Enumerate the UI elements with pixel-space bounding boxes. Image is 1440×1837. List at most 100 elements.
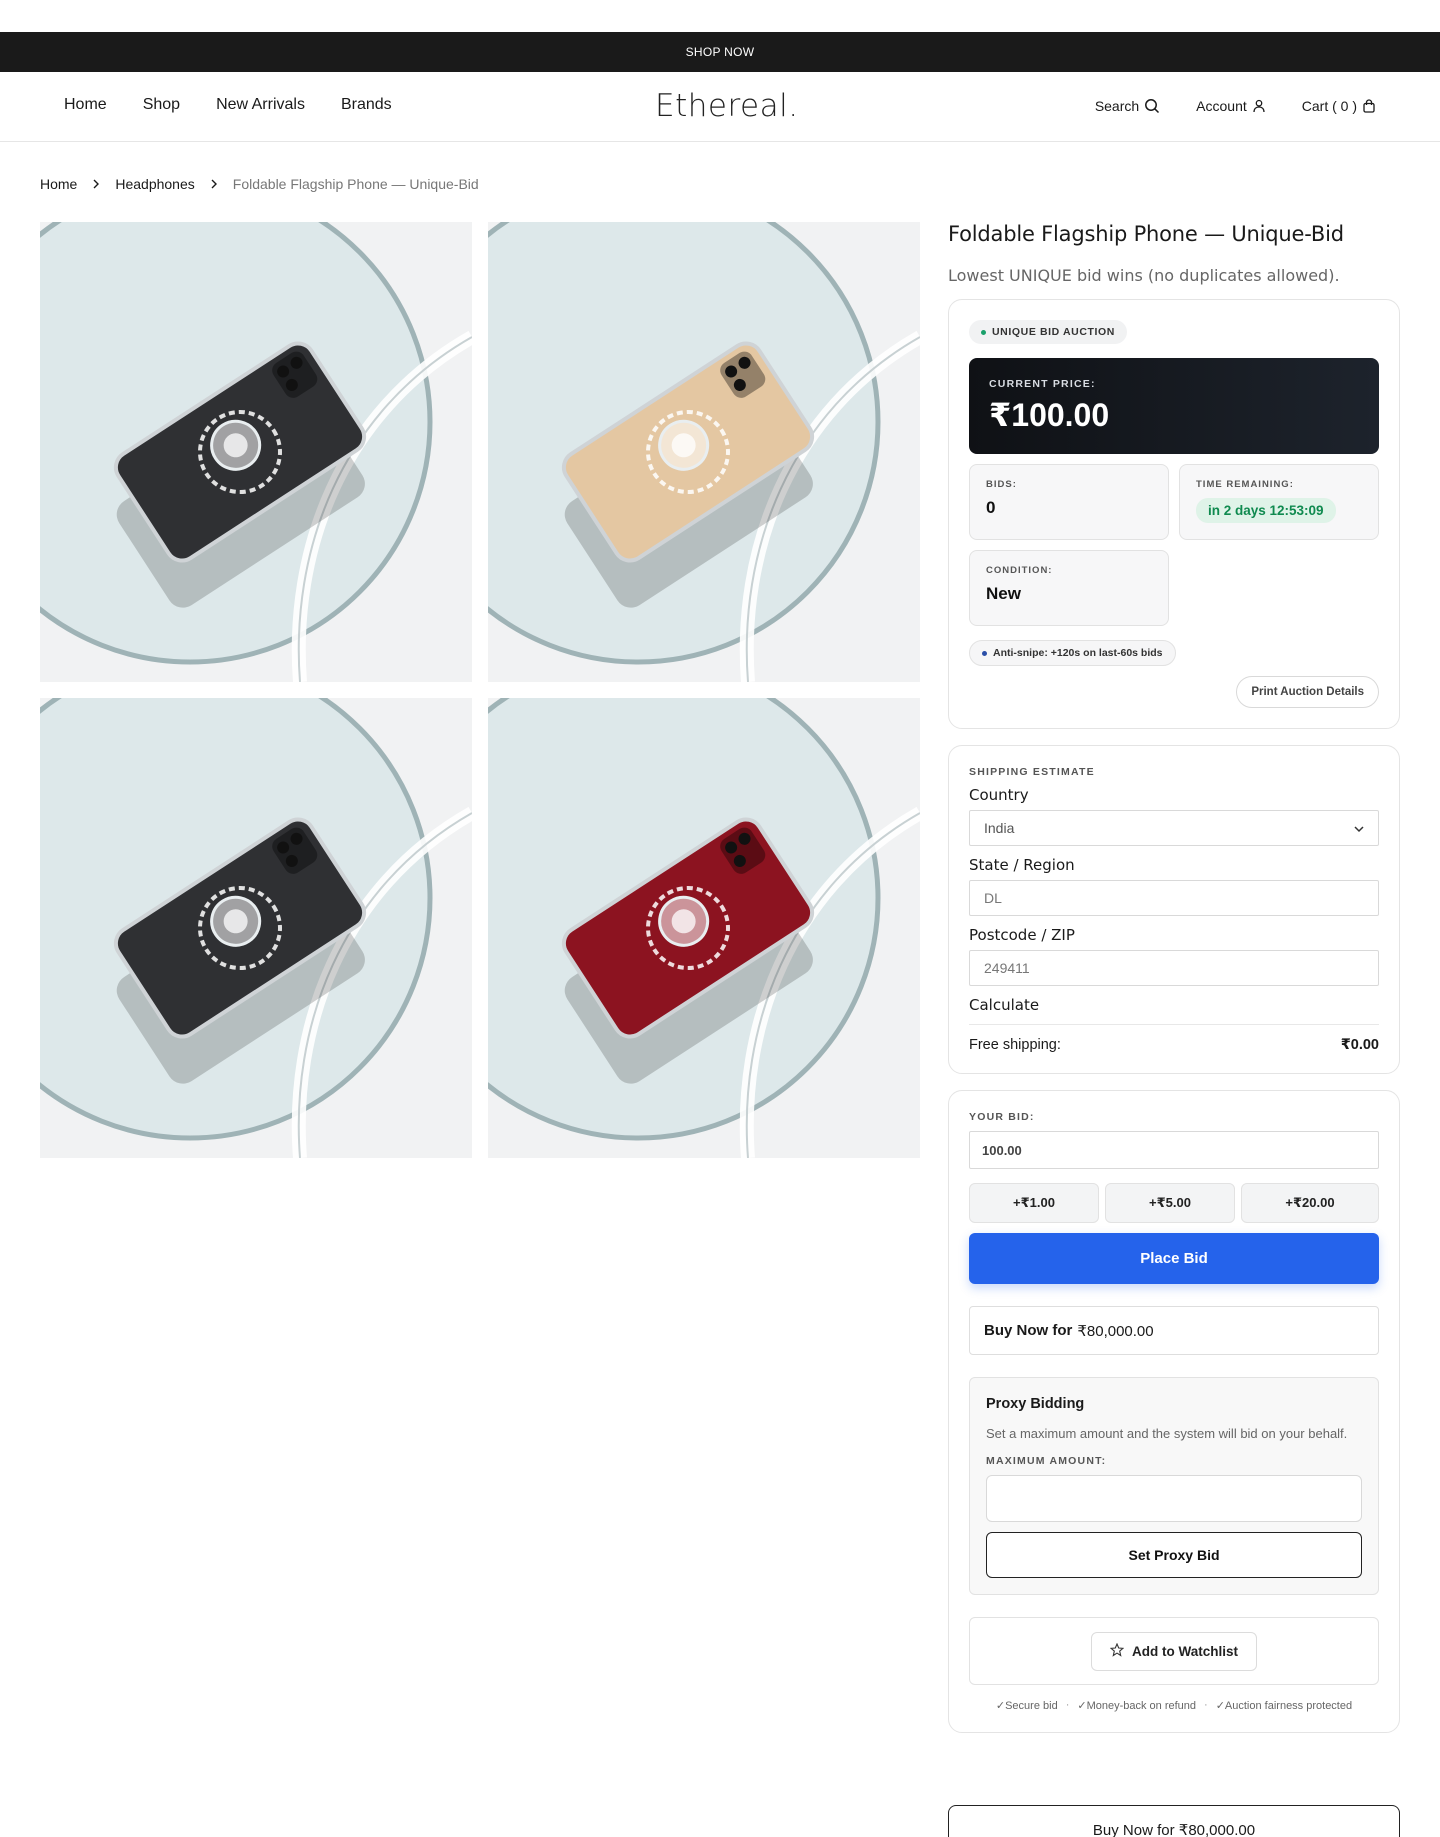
account-link[interactable]: Account bbox=[1196, 98, 1266, 114]
nav-new-arrivals[interactable]: New Arrivals bbox=[216, 96, 305, 114]
chevron-right-icon bbox=[91, 179, 101, 189]
calculate-shipping-button[interactable]: Calculate bbox=[969, 996, 1379, 1014]
time-remaining-stat: TIME REMAINING: in 2 days 12:53:09 bbox=[1179, 464, 1379, 540]
main-nav: Home Shop New Arrivals Brands bbox=[64, 96, 392, 114]
product-photo-illustration bbox=[40, 222, 472, 682]
your-bid-label: YOUR BID: bbox=[969, 1111, 1035, 1123]
product-photo-illustration bbox=[488, 698, 920, 1158]
search-link[interactable]: Search bbox=[1095, 98, 1160, 114]
status-dot-icon bbox=[981, 329, 986, 335]
trust-secure-bid: ✓Secure bid bbox=[995, 1700, 1058, 1712]
condition-stat: CONDITION: New bbox=[969, 550, 1169, 626]
product-subtitle: Lowest UNIQUE bid wins (no duplicates al… bbox=[948, 266, 1340, 285]
cart-label: Cart ( 0 ) bbox=[1301, 98, 1357, 114]
postcode-input[interactable]: 249411 bbox=[969, 950, 1379, 986]
anti-snipe-badge: Anti-snipe: +120s on last-60s bids bbox=[969, 640, 1176, 666]
max-amount-input[interactable] bbox=[986, 1475, 1362, 1522]
condition-value: New bbox=[986, 584, 1021, 603]
shipping-heading: SHIPPING ESTIMATE bbox=[969, 766, 1095, 778]
breadcrumb-home[interactable]: Home bbox=[40, 176, 77, 192]
trust-fairness: ✓Auction fairness protected bbox=[1215, 1700, 1353, 1712]
account-label: Account bbox=[1196, 98, 1247, 114]
trust-badges: ✓Secure bid · ✓Money-back on refund · ✓A… bbox=[969, 1699, 1379, 1712]
breadcrumb-current: Foldable Flagship Phone — Unique-Bid bbox=[232, 176, 479, 192]
trust-separator: · bbox=[1065, 1699, 1070, 1711]
user-icon bbox=[1252, 99, 1266, 113]
bid-amount-input[interactable]: 100.00 bbox=[969, 1131, 1379, 1169]
condition-label: CONDITION: bbox=[986, 565, 1053, 576]
state-input[interactable]: DL bbox=[969, 880, 1379, 916]
shipping-result-value: ₹0.00 bbox=[1340, 1037, 1379, 1053]
bids-count: 0 bbox=[986, 498, 996, 517]
bids-stat: BIDS: 0 bbox=[969, 464, 1169, 540]
trust-money-back: ✓Money-back on refund bbox=[1077, 1700, 1197, 1712]
country-label: Country bbox=[969, 786, 1029, 804]
auction-type-label: UNIQUE BID AUCTION bbox=[992, 326, 1115, 338]
current-price-value: ₹100.00 bbox=[989, 397, 1110, 433]
bid-increments: +₹1.00 +₹5.00 +₹20.00 bbox=[969, 1183, 1379, 1223]
product-photo-illustration bbox=[488, 222, 920, 682]
current-price-panel: CURRENT PRICE: ₹100.00 bbox=[969, 358, 1379, 454]
nav-brands[interactable]: Brands bbox=[341, 96, 392, 114]
search-icon bbox=[1144, 98, 1160, 114]
buy-now-button[interactable]: Buy Now for ₹80,000.00 bbox=[948, 1805, 1400, 1837]
anti-snipe-text: Anti-snipe: +120s on last-60s bids bbox=[993, 647, 1163, 659]
breadcrumb-category[interactable]: Headphones bbox=[115, 176, 194, 192]
watchlist-panel: Add to Watchlist bbox=[969, 1617, 1379, 1685]
increment-button-20[interactable]: +₹20.00 bbox=[1241, 1183, 1379, 1223]
proxy-bidding-panel: Proxy Bidding Set a maximum amount and t… bbox=[969, 1377, 1379, 1595]
postcode-label: Postcode / ZIP bbox=[969, 926, 1075, 944]
nav-shop[interactable]: Shop bbox=[143, 96, 180, 114]
shipping-estimate-card: SHIPPING ESTIMATE Country India State / … bbox=[948, 745, 1400, 1074]
time-remaining-label: TIME REMAINING: bbox=[1196, 479, 1294, 490]
bag-icon bbox=[1362, 99, 1376, 113]
set-proxy-bid-button[interactable]: Set Proxy Bid bbox=[986, 1532, 1362, 1578]
product-image-2[interactable] bbox=[488, 222, 920, 682]
max-amount-label: MAXIMUM AMOUNT: bbox=[986, 1455, 1107, 1467]
product-image-4[interactable] bbox=[488, 698, 920, 1158]
info-dot-icon bbox=[982, 650, 987, 656]
site-logo[interactable]: Ethereal. bbox=[655, 88, 799, 124]
shipping-result-label: Free shipping: bbox=[969, 1037, 1061, 1053]
buy-now-option[interactable]: Buy Now for ₹80,000.00 bbox=[969, 1306, 1379, 1355]
increment-button-5[interactable]: +₹5.00 bbox=[1105, 1183, 1235, 1223]
cart-link[interactable]: Cart ( 0 ) bbox=[1302, 98, 1376, 114]
proxy-description: Set a maximum amount and the system will… bbox=[986, 1426, 1348, 1441]
product-image-1[interactable] bbox=[40, 222, 472, 682]
country-select[interactable]: India bbox=[969, 810, 1379, 846]
add-to-watchlist-button[interactable]: Add to Watchlist bbox=[1091, 1631, 1257, 1671]
nav-home[interactable]: Home bbox=[64, 96, 107, 114]
product-image-3[interactable] bbox=[40, 698, 472, 1158]
announcement-bar[interactable]: SHOP NOW bbox=[0, 32, 1440, 72]
search-label: Search bbox=[1094, 98, 1140, 114]
auction-card: UNIQUE BID AUCTION CURRENT PRICE: ₹100.0… bbox=[948, 299, 1400, 729]
announcement-text[interactable]: SHOP NOW bbox=[686, 45, 755, 59]
proxy-title: Proxy Bidding bbox=[986, 1396, 1085, 1412]
countdown-timer: in 2 days 12:53:09 bbox=[1196, 498, 1336, 523]
print-auction-details-button[interactable]: Print Auction Details bbox=[1236, 676, 1379, 708]
breadcrumb: Home Headphones Foldable Flagship Phone … bbox=[40, 176, 479, 192]
auction-stats: BIDS: 0 TIME REMAINING: in 2 days 12:53:… bbox=[969, 464, 1379, 626]
bids-label: BIDS: bbox=[986, 479, 1017, 490]
product-photo-illustration bbox=[40, 698, 472, 1158]
current-price-label: CURRENT PRICE: bbox=[989, 378, 1096, 390]
buy-now-label: Buy Now for bbox=[984, 1322, 1073, 1339]
product-title: Foldable Flagship Phone — Unique-Bid bbox=[948, 222, 1344, 246]
watchlist-label: Add to Watchlist bbox=[1132, 1643, 1238, 1659]
shipping-result: Free shipping: ₹0.00 bbox=[969, 1024, 1379, 1053]
header-actions: Search Account Cart ( 0 ) bbox=[1095, 98, 1376, 114]
bid-card: YOUR BID: 100.00 +₹1.00 +₹5.00 +₹20.00 P… bbox=[948, 1090, 1400, 1733]
trust-separator: · bbox=[1204, 1699, 1208, 1711]
product-gallery bbox=[40, 222, 920, 1158]
chevron-right-icon bbox=[209, 179, 219, 189]
buy-now-button-label: Buy Now for ₹80,000.00 bbox=[1092, 1822, 1256, 1837]
star-icon bbox=[1109, 1642, 1125, 1660]
product-info: Foldable Flagship Phone — Unique-Bid Low… bbox=[948, 222, 1400, 1749]
increment-button-1[interactable]: +₹1.00 bbox=[969, 1183, 1099, 1223]
auction-type-badge: UNIQUE BID AUCTION bbox=[969, 320, 1127, 344]
country-select-value: India bbox=[984, 820, 1015, 836]
state-label: State / Region bbox=[969, 856, 1075, 874]
place-bid-button[interactable]: Place Bid bbox=[969, 1233, 1379, 1284]
site-header: Home Shop New Arrivals Brands Ethereal. … bbox=[0, 72, 1440, 142]
chevron-down-icon bbox=[1354, 820, 1364, 836]
